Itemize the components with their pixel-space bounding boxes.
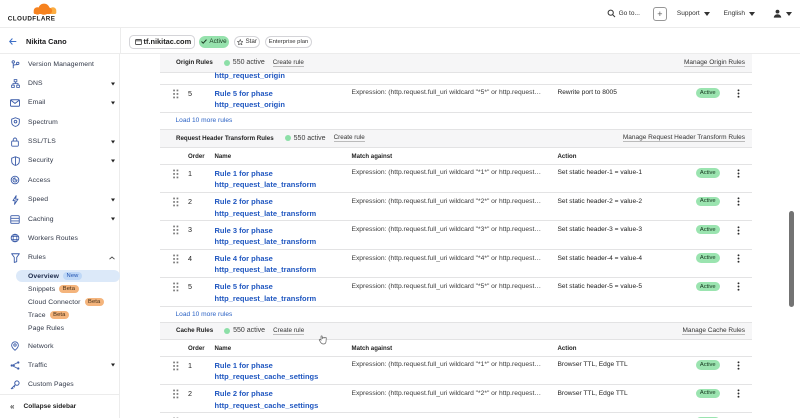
svg-text:CLOUDFLARE: CLOUDFLARE (8, 16, 56, 23)
